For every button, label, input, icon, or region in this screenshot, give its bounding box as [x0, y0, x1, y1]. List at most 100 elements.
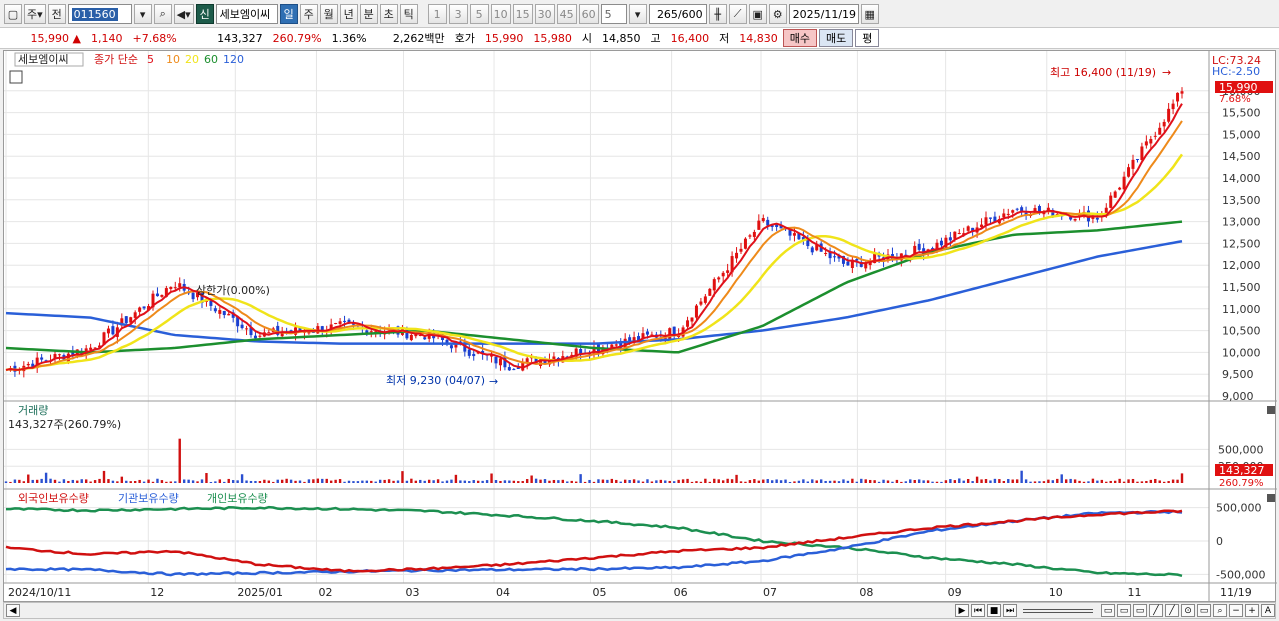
volume-bar	[476, 480, 480, 483]
x-tick-label: 06	[674, 586, 688, 599]
search-icon[interactable]: ⌕	[153, 4, 172, 24]
data-table-icon[interactable]	[9, 70, 23, 84]
volume-bar	[717, 479, 720, 483]
volume-bar	[142, 481, 146, 483]
ma-legend-20: 20	[185, 53, 199, 66]
interval-1[interactable]: 1	[427, 4, 447, 24]
draw-tool-icon[interactable]: ⟋	[728, 4, 747, 24]
period-tab-month[interactable]: 월	[319, 4, 338, 24]
interval-10[interactable]: 10	[490, 4, 511, 24]
buy-button[interactable]: 매수	[782, 29, 817, 47]
moving-averages	[5, 103, 1184, 372]
period-tab-second[interactable]: 초	[379, 4, 398, 24]
tool-icon-4[interactable]: ╱	[1149, 604, 1163, 617]
interval-input[interactable]: 5	[600, 4, 627, 24]
zoom-in-icon[interactable]: +	[1245, 604, 1259, 617]
period-tab-day[interactable]: 일	[279, 4, 298, 24]
candle-body	[686, 320, 690, 327]
stock-code-input[interactable]: 011560	[67, 4, 132, 24]
volume-bar	[1131, 478, 1135, 483]
interval-dropdown[interactable]: ▾	[628, 4, 647, 24]
volume-bar	[196, 481, 199, 483]
volume-bar	[147, 479, 150, 483]
interval-45[interactable]: 45	[556, 4, 577, 24]
interval-3[interactable]: 3	[448, 4, 468, 24]
high-value: 16,400	[670, 31, 710, 45]
gear-icon[interactable]: ⚙	[768, 4, 787, 24]
period-type-select[interactable]: 주 ▾	[24, 4, 46, 24]
date-field[interactable]: 2025/11/19	[788, 4, 859, 24]
scroll-right-icon[interactable]: ▶	[955, 604, 969, 617]
search-zoom-icon[interactable]: ⌕	[1213, 604, 1227, 617]
period-tab-tick[interactable]: 틱	[399, 4, 418, 24]
chart-area[interactable]: 세보엠이씨 종가 단순 5 10 20 60 120 LC:73.24 HC:-…	[3, 50, 1277, 603]
tool-icon-3[interactable]: ▭	[1133, 604, 1147, 617]
tool-icon-5[interactable]: ╱	[1165, 604, 1179, 617]
interval-15[interactable]: 15	[512, 4, 533, 24]
speaker-icon[interactable]: ◀▾	[173, 4, 194, 24]
calendar-icon[interactable]: ▦	[860, 4, 879, 24]
candle-body	[1095, 217, 1099, 220]
volume-bar	[623, 479, 627, 483]
chart-scrollbar[interactable]: ◀ ▶ ⏮ ■ ⏭ ▭ ▭ ▭ ╱ ╱ ⊙ ▭ ⌕ − + A	[3, 602, 1276, 619]
volume-bar	[922, 480, 925, 483]
volume-bar	[441, 481, 444, 483]
candle-body	[155, 293, 159, 297]
volume-bar	[356, 481, 360, 483]
interval-60[interactable]: 60	[578, 4, 599, 24]
volume-bar	[463, 480, 467, 483]
volume-bar	[1167, 481, 1170, 483]
volume-bar	[1029, 481, 1032, 483]
tool-icon-1[interactable]: ▭	[1101, 604, 1115, 617]
volume-bar	[895, 479, 899, 483]
candle-body	[833, 256, 837, 258]
last-price-label: 15,990	[1219, 81, 1258, 94]
scroll-left-icon[interactable]: ◀	[6, 604, 20, 617]
period-tab-week[interactable]: 주	[299, 4, 318, 24]
auto-scale-icon[interactable]: A	[1261, 604, 1275, 617]
amount-value: 2,262백만	[392, 32, 445, 45]
volume-bar	[1100, 479, 1104, 483]
sell-button[interactable]: 매도	[818, 29, 854, 47]
low-label: 저	[719, 32, 730, 45]
prev-button[interactable]: 전	[47, 4, 66, 24]
candle-type-icon[interactable]: ╫	[708, 4, 727, 24]
price-tick-label: 14,500	[1222, 150, 1261, 163]
holdings-pane-close-icon[interactable]	[1267, 494, 1275, 502]
interval-5[interactable]: 5	[469, 4, 489, 24]
period-tab-minute[interactable]: 분	[359, 4, 378, 24]
interval-30[interactable]: 30	[534, 4, 555, 24]
candle-body	[26, 363, 30, 366]
volume-bar	[615, 479, 618, 483]
candle-body	[757, 220, 761, 230]
volume-bar	[334, 479, 337, 483]
x-tick-label: 11	[1128, 586, 1142, 599]
period-tab-year[interactable]: 년	[339, 4, 358, 24]
window-icon[interactable]: ▢	[4, 4, 22, 24]
tool-icon-2[interactable]: ▭	[1117, 604, 1131, 617]
new-button[interactable]: 신	[195, 4, 214, 24]
volume-bar	[129, 481, 132, 483]
zoom-slider[interactable]	[1023, 608, 1093, 613]
candle-body	[213, 308, 217, 312]
eval-button[interactable]: 평	[855, 29, 880, 47]
volume-pane-close-icon[interactable]	[1267, 406, 1275, 414]
chart-svg[interactable]: 세보엠이씨 종가 단순 5 10 20 60 120 LC:73.24 HC:-…	[4, 51, 1277, 603]
volume-bar	[811, 479, 814, 483]
volume-bar	[67, 480, 70, 483]
volume-bar	[214, 481, 217, 483]
legend-foreign: 외국인보유수량	[18, 492, 89, 505]
volume-bar	[868, 479, 872, 483]
count-field[interactable]: 265/600	[648, 4, 707, 24]
code-dropdown-button[interactable]: ▾	[133, 4, 152, 24]
tool-icon-6[interactable]: ⊙	[1181, 604, 1195, 617]
candle-body	[846, 261, 850, 266]
rewind-icon[interactable]: ⏮	[971, 604, 985, 617]
forward-icon[interactable]: ⏭	[1003, 604, 1017, 617]
stop-icon[interactable]: ■	[987, 604, 1001, 617]
save-icon[interactable]: ▣	[748, 4, 767, 24]
candle-body	[984, 217, 988, 225]
zoom-out-icon[interactable]: −	[1229, 604, 1243, 617]
tool-icon-7[interactable]: ▭	[1197, 604, 1211, 617]
volume-bar	[44, 472, 48, 483]
